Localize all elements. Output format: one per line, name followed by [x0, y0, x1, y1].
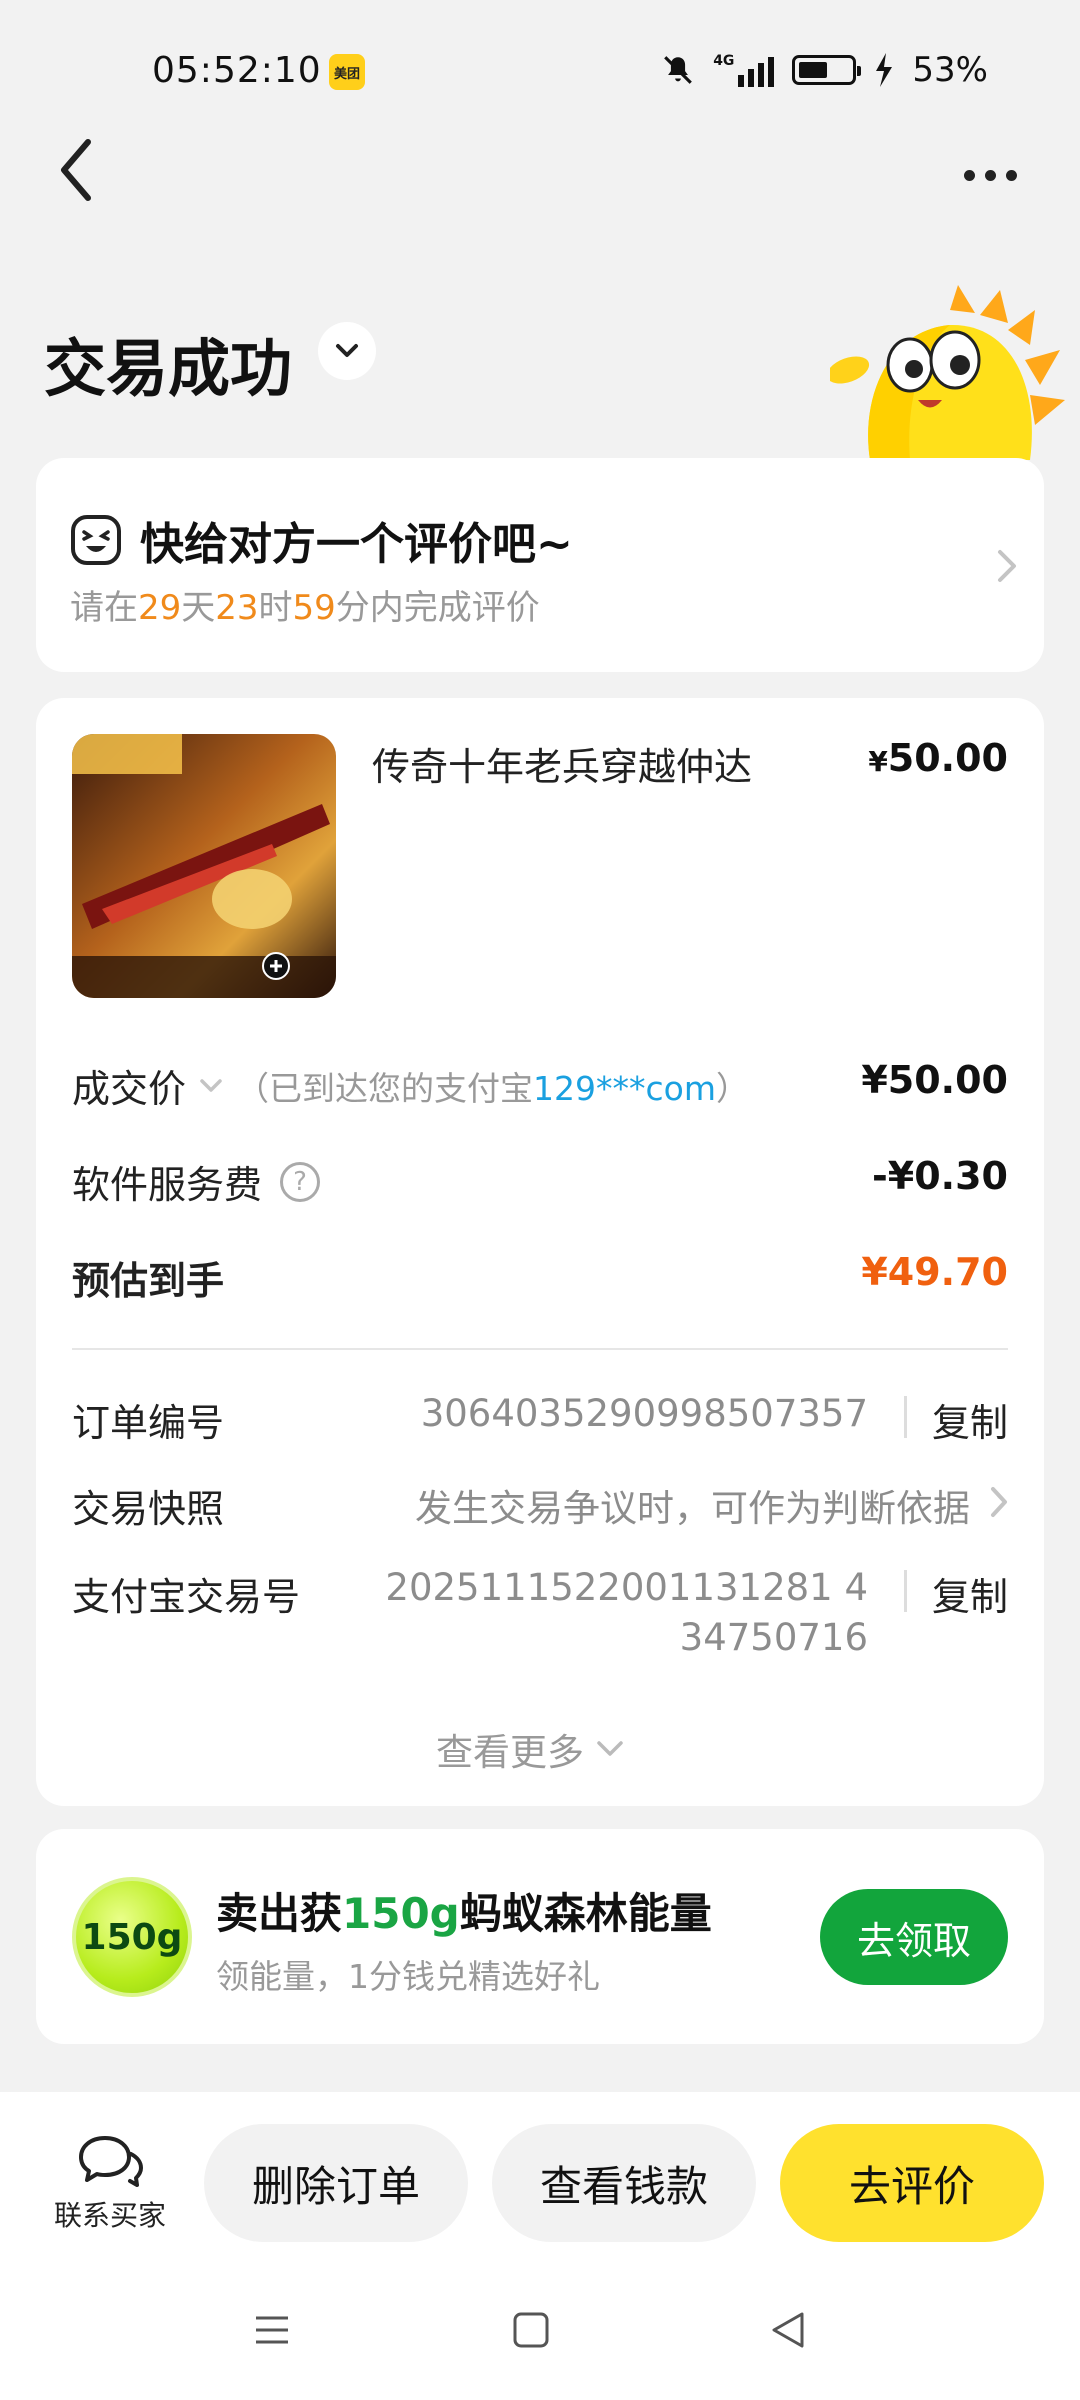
deal-price-note: （已到达您的支付宝129***com）	[236, 1062, 749, 1110]
deal-price-label: 成交价	[72, 1067, 187, 1111]
order-no-value: 3064035290998507357	[420, 1392, 868, 1435]
countdown-minutes: 59	[292, 588, 336, 628]
product-price: ¥50.00	[868, 736, 1008, 780]
battery-icon	[792, 55, 862, 85]
countdown-suffix: 分内完成评价	[335, 588, 540, 628]
chat-bubbles-icon	[79, 2136, 143, 2187]
deal-price-value: ¥50.00	[861, 1058, 1008, 1102]
back-button[interactable]	[50, 130, 110, 210]
countdown-prefix: 请在	[70, 588, 138, 628]
service-fee-label: 软件服务费	[72, 1163, 263, 1207]
smile-emoji-icon	[71, 515, 121, 565]
divider	[72, 1348, 1008, 1350]
write-review-button[interactable]: 去评价	[780, 2124, 1044, 2242]
system-back-icon[interactable]	[768, 2310, 808, 2350]
page-title: 交易成功	[44, 332, 293, 405]
product-thumbnail-art	[72, 734, 336, 998]
countdown-hours-unit: 时	[258, 588, 293, 628]
claim-energy-button[interactable]: 去领取	[820, 1889, 1008, 1985]
countdown-days-unit: 天	[181, 588, 216, 628]
product-image[interactable]	[72, 734, 336, 998]
charging-icon	[876, 53, 893, 87]
contact-buyer-button[interactable]: 联系买家	[40, 2132, 180, 2234]
view-money-button[interactable]: 查看钱款	[492, 2124, 756, 2242]
snapshot-label: 交易快照	[72, 1487, 225, 1531]
menu-icon[interactable]	[252, 2310, 292, 2350]
price-symbol: ¥	[868, 745, 888, 778]
note-suffix: ）	[715, 1068, 749, 1108]
energy-subtitle: 领能量，1分钱兑精选好礼	[216, 1957, 600, 1996]
chevron-down-icon	[336, 344, 358, 357]
alipay-no-label: 支付宝交易号	[72, 1575, 301, 1619]
alipay-no-line2: 34750716	[679, 1616, 868, 1659]
battery-percent: 53%	[912, 50, 988, 90]
order-no-label: 订单编号	[72, 1401, 225, 1445]
review-prompt: 快给对方一个评价吧~	[70, 508, 573, 572]
energy-title: 卖出获150g蚂蚁森林能量	[216, 1880, 712, 1941]
contact-buyer-label: 联系买家	[53, 2199, 166, 2232]
title-expand-button[interactable]	[318, 322, 376, 380]
note-prefix: （已到达您的支付宝	[236, 1068, 534, 1108]
energy-title-suffix: 蚂蚁森林能量	[459, 1889, 712, 1938]
more-dot	[1005, 169, 1017, 181]
energy-badge: 150g	[72, 1877, 192, 1997]
price-value: 50.00	[887, 736, 1008, 780]
chevron-down-icon	[200, 1078, 222, 1092]
chevron-right-icon	[991, 1487, 1007, 1517]
countdown-days: 29	[138, 588, 182, 628]
back-arrow-icon	[61, 139, 91, 201]
snapshot-link[interactable]: 发生交易争议时，可作为判断依据	[415, 1478, 970, 1532]
chevron-right-icon	[998, 550, 1016, 582]
home-icon[interactable]	[511, 2310, 551, 2350]
review-countdown: 请在29天23时59分内完成评价	[70, 580, 540, 629]
copy-alipay-no-button[interactable]: 复制	[932, 1566, 1008, 1621]
status-icons: 4G 53%	[661, 50, 988, 90]
more-dots-icon	[963, 169, 975, 181]
signal-icon: 4G	[713, 53, 775, 87]
separator	[904, 1570, 907, 1612]
mascot-illustration	[830, 285, 1065, 460]
alipay-no-line1: 2025111522001131281 4	[385, 1566, 868, 1609]
separator	[904, 1396, 907, 1438]
estimate-label: 预估到手	[72, 1259, 225, 1303]
more-button[interactable]	[950, 150, 1030, 200]
energy-title-prefix: 卖出获	[216, 1889, 343, 1938]
countdown-hours: 23	[215, 588, 259, 628]
estimate-value: ¥49.70	[861, 1250, 1008, 1294]
service-fee-value: -¥0.30	[872, 1154, 1008, 1198]
delete-order-button[interactable]: 删除订单	[204, 2124, 468, 2242]
status-time: 05:52:10	[152, 50, 322, 91]
chevron-down-icon	[597, 1741, 623, 1756]
meituan-notification-icon: 美团	[329, 54, 365, 90]
copy-order-no-button[interactable]: 复制	[932, 1392, 1008, 1447]
help-icon[interactable]: ?	[280, 1161, 321, 1202]
deal-price-row[interactable]: 成交价 （已到达您的支付宝129***com）	[72, 1058, 749, 1113]
network-type: 4G	[713, 53, 735, 69]
service-fee-row: 软件服务费 ?	[72, 1154, 321, 1209]
battery-level	[799, 62, 827, 78]
product-title[interactable]: 传奇十年老兵穿越仲达	[372, 736, 752, 791]
more-dot	[984, 169, 996, 181]
mute-bell-icon	[664, 56, 693, 84]
review-title: 快给对方一个评价吧~	[140, 519, 573, 570]
alipay-account: 129***com	[533, 1068, 716, 1108]
see-more-label: 查看更多	[436, 1731, 584, 1774]
energy-title-highlight: 150g	[342, 1889, 460, 1938]
see-more-button[interactable]: 查看更多	[436, 1722, 626, 1776]
